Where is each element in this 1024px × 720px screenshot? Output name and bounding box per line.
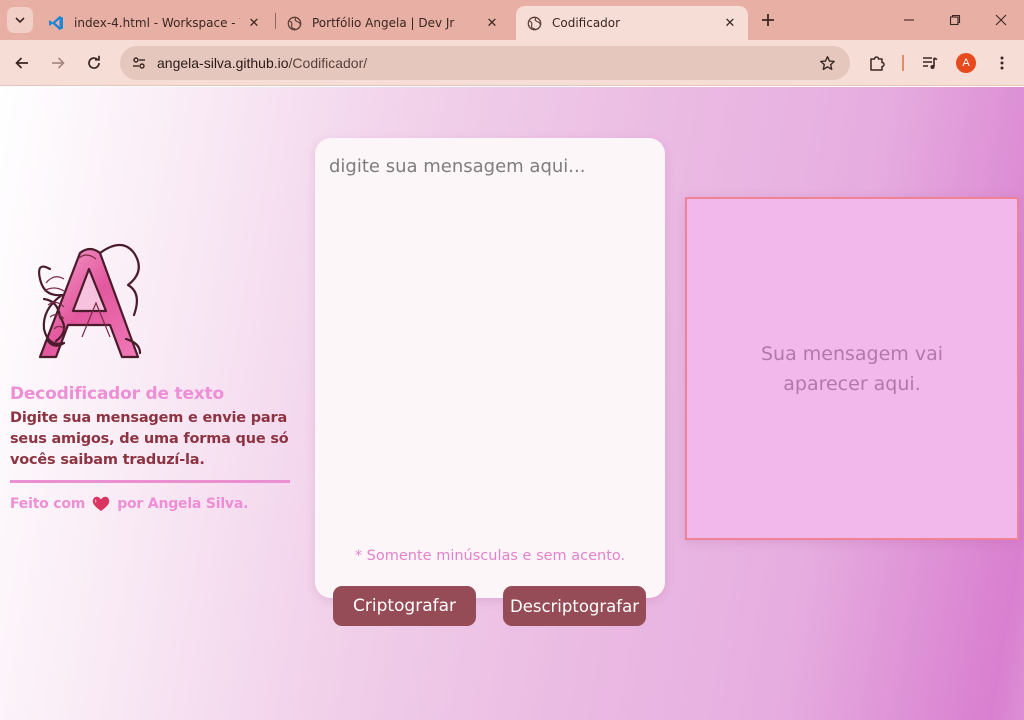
- puzzle-icon: [870, 56, 885, 71]
- input-hint: * Somente minúsculas e sem acento.: [354, 548, 626, 564]
- encrypt-button[interactable]: Criptografar: [333, 586, 476, 626]
- close-icon[interactable]: ✕: [722, 15, 738, 31]
- output-placeholder: Sua mensagem vai aparecer aqui.: [760, 342, 944, 395]
- profile-avatar[interactable]: A: [956, 53, 976, 73]
- tab-vscode[interactable]: index-4.html - Workspace - Visual Studio…: [38, 6, 272, 40]
- brand-title: Decodificador de texto: [10, 384, 224, 404]
- menu-button[interactable]: [988, 49, 1016, 77]
- browser-tab-bar: index-4.html - Workspace - Visual Studio…: [0, 0, 1024, 40]
- minimize-button[interactable]: [886, 0, 932, 40]
- extensions-button[interactable]: [863, 49, 891, 77]
- brand-divider: [10, 480, 290, 483]
- restore-button[interactable]: [932, 0, 978, 40]
- globe-icon: [526, 15, 542, 31]
- toolbar-divider: [902, 55, 904, 71]
- url-host: angela-silva.github.io: [157, 55, 289, 71]
- media-queue-icon: [923, 57, 938, 69]
- more-vertical-icon: [1000, 56, 1004, 70]
- output-panel: Sua mensagem vai aparecer aqui.: [685, 197, 1019, 540]
- footer-credit: Feito com por Angela Silva.: [10, 496, 248, 512]
- globe-icon: [286, 15, 302, 31]
- brand-description: Digite sua mensagem e envie para seus am…: [10, 410, 289, 468]
- tab-codificador[interactable]: Codificador ✕: [516, 6, 748, 40]
- message-input-card: * Somente minúsculas e sem acento. Cript…: [315, 138, 665, 626]
- site-settings-icon[interactable]: [128, 52, 150, 74]
- decrypt-button[interactable]: Descriptografar: [503, 586, 646, 626]
- arrow-right-icon: [52, 57, 65, 69]
- chevron-down-icon: [15, 17, 25, 24]
- restore-icon: [949, 14, 961, 26]
- back-button[interactable]: [8, 49, 36, 77]
- reload-icon: [88, 55, 100, 69]
- page-content: Decodificador de texto Digite sua mensag…: [0, 87, 1024, 720]
- close-window-button[interactable]: [978, 0, 1024, 40]
- close-icon[interactable]: ✕: [246, 15, 262, 31]
- vscode-icon: [48, 15, 64, 31]
- footer-suffix: por Angela Silva.: [117, 496, 249, 512]
- url-text: angela-silva.github.io/Codificador/: [157, 55, 367, 71]
- media-control-button[interactable]: [916, 49, 944, 77]
- heart-icon: [92, 496, 110, 512]
- message-input[interactable]: [329, 156, 649, 456]
- browser-toolbar: angela-silva.github.io/Codificador/ A: [0, 40, 1024, 86]
- url-path: /Codificador/: [288, 55, 368, 71]
- star-icon[interactable]: [816, 52, 838, 74]
- tab-portfolio[interactable]: Portfólio Angela | Dev Jr ✕: [276, 6, 510, 40]
- tab-search-button[interactable]: [7, 7, 33, 33]
- tab-title: index-4.html - Workspace - Visual Studio…: [74, 16, 240, 30]
- forward-button[interactable]: [44, 49, 72, 77]
- tab-title: Codificador: [552, 16, 621, 30]
- minimize-icon: [904, 19, 914, 21]
- new-tab-button[interactable]: [757, 9, 779, 31]
- reload-button[interactable]: [80, 49, 108, 77]
- footer-prefix: Feito com: [10, 496, 86, 512]
- address-bar[interactable]: angela-silva.github.io/Codificador/: [120, 46, 850, 80]
- arrow-left-icon: [15, 57, 28, 69]
- close-icon: [995, 14, 1007, 26]
- close-icon[interactable]: ✕: [484, 15, 500, 31]
- ornate-letter-a-logo: [38, 243, 142, 359]
- tab-title: Portfólio Angela | Dev Jr: [312, 16, 455, 30]
- plus-icon: [762, 14, 774, 26]
